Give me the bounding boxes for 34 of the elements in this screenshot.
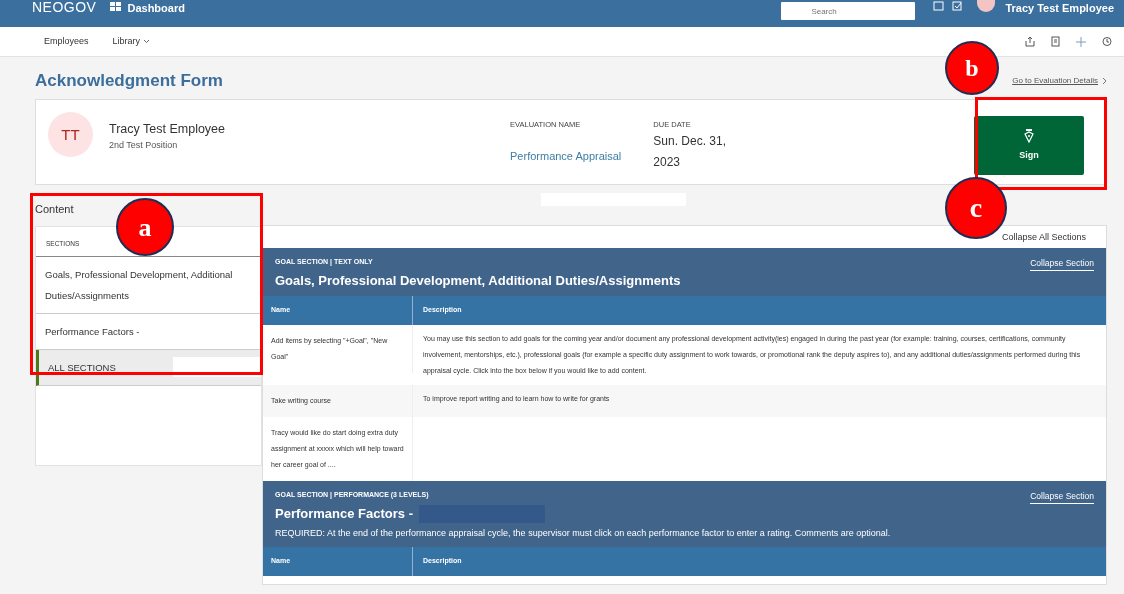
pen-icon (1024, 129, 1034, 144)
section-link[interactable]: Goals, Professional Development, Additional Duties/Assignments (36, 256, 261, 314)
section-title: Performance Factors - (275, 504, 413, 523)
collapse-section-link[interactable]: Collapse Section (1030, 256, 1094, 271)
sign-button[interactable]: Sign (974, 116, 1084, 176)
avatar: TT (48, 112, 93, 158)
dashboard-link[interactable]: Dashboard (127, 0, 185, 17)
details-link[interactable]: Go to Evaluation Details (1012, 75, 1098, 88)
nav-link[interactable]: Employees (44, 34, 89, 49)
employee-position: 2nd Test Position (109, 139, 179, 153)
brand-logo[interactable]: NEOGOV (32, 0, 97, 14)
due-date: Sun. Dec. 31, 2023 (653, 132, 727, 171)
nav-link[interactable]: Library (112, 34, 150, 49)
user-avatar-icon[interactable] (977, 0, 996, 12)
share-icon[interactable] (1025, 36, 1035, 47)
collapse-all-link[interactable]: Collapse All Sections (1001, 231, 1086, 245)
content-heading: Content (35, 202, 75, 218)
evaluation-name: Performance Appraisal (510, 148, 622, 164)
grid-icon[interactable] (110, 2, 122, 11)
section-note: REQUIRED: At the end of the performance appraisal cycle, the supervisor must click on each performance factor to enter a rating. Comments are optional. (275, 527, 892, 541)
section-title: Goals, Professional Development, Additional Duties/Assignments (275, 271, 681, 290)
user-name[interactable]: Tracy Test Employee (1005, 0, 1114, 17)
annotation-marker: a (116, 198, 174, 256)
collapse-section-link[interactable]: Collapse Section (1030, 490, 1094, 504)
chevron-icon (1102, 77, 1107, 86)
section-link[interactable]: Performance Factors - (36, 313, 261, 350)
employee-name: Tracy Test Employee (109, 121, 225, 139)
annotation-marker: b (945, 41, 999, 95)
document-icon[interactable] (1051, 36, 1060, 47)
page-title: Acknowledgment Form (35, 71, 223, 92)
clock-icon[interactable] (1102, 36, 1112, 47)
inbox-icon[interactable] (933, 1, 945, 11)
search-field[interactable]: Search (781, 2, 916, 20)
checklist-icon[interactable] (952, 1, 964, 11)
